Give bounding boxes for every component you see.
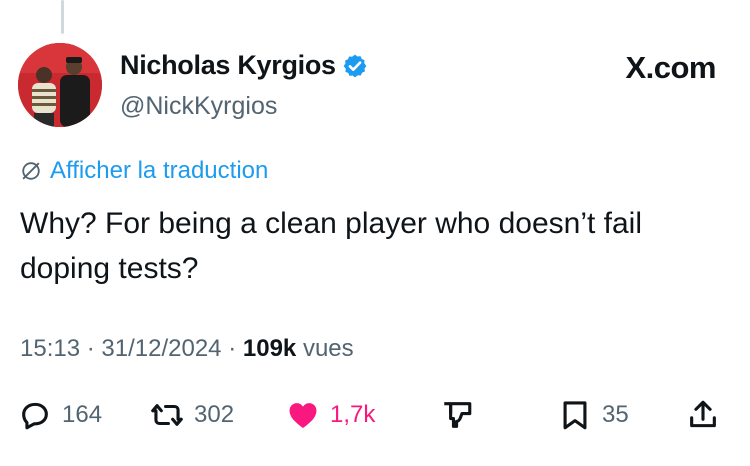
like-count: 1,7k (330, 401, 376, 428)
tweet-date[interactable]: 31/12/2024 (101, 335, 221, 362)
tweet-time[interactable]: 15:13 (20, 335, 80, 362)
like-button[interactable]: 1,7k (286, 393, 375, 437)
views-label: vues (302, 335, 354, 362)
tweet-text: Why? For being a clean player who doesn’… (20, 207, 643, 285)
views-count: 109k (242, 335, 297, 362)
avatar-photo (18, 43, 102, 127)
reply-count: 164 (62, 401, 103, 428)
meta-separator: · (228, 335, 243, 362)
downvote-button[interactable] (440, 393, 474, 437)
like-icon (289, 403, 317, 429)
translate-link[interactable]: Afficher la traduction (20, 157, 268, 185)
repost-icon (151, 404, 183, 426)
author-handle[interactable]: @NickKyrgios (120, 92, 277, 121)
bookmark-button[interactable]: 35 (558, 393, 629, 437)
translate-label[interactable]: Afficher la traduction (50, 157, 268, 185)
tweet-meta: 15:13 · 31/12/2024 · 109k vues (20, 335, 354, 363)
reply-icon (22, 402, 48, 430)
action-bar: 164 302 1,7k 35 (18, 393, 730, 437)
meta-separator: · (86, 335, 102, 362)
bookmark-count: 35 (602, 401, 629, 428)
reply-button[interactable]: 164 (18, 393, 102, 437)
x-com-label: X.com (625, 50, 716, 85)
repost-button[interactable]: 302 (150, 393, 234, 437)
thread-connector-line (61, 0, 64, 34)
repost-count: 302 (194, 401, 235, 428)
downvote-icon (444, 402, 472, 428)
bookmark-icon (563, 401, 587, 430)
author-display-name[interactable]: Nicholas Kyrgios (120, 50, 336, 81)
translate-icon (22, 162, 40, 180)
x-com-logo: X.com (625, 50, 716, 86)
verified-icon (343, 54, 367, 77)
avatar[interactable] (18, 43, 102, 127)
author-display-name-row[interactable]: Nicholas Kyrgios (120, 50, 368, 81)
share-button[interactable] (686, 393, 720, 437)
share-icon (690, 400, 716, 428)
